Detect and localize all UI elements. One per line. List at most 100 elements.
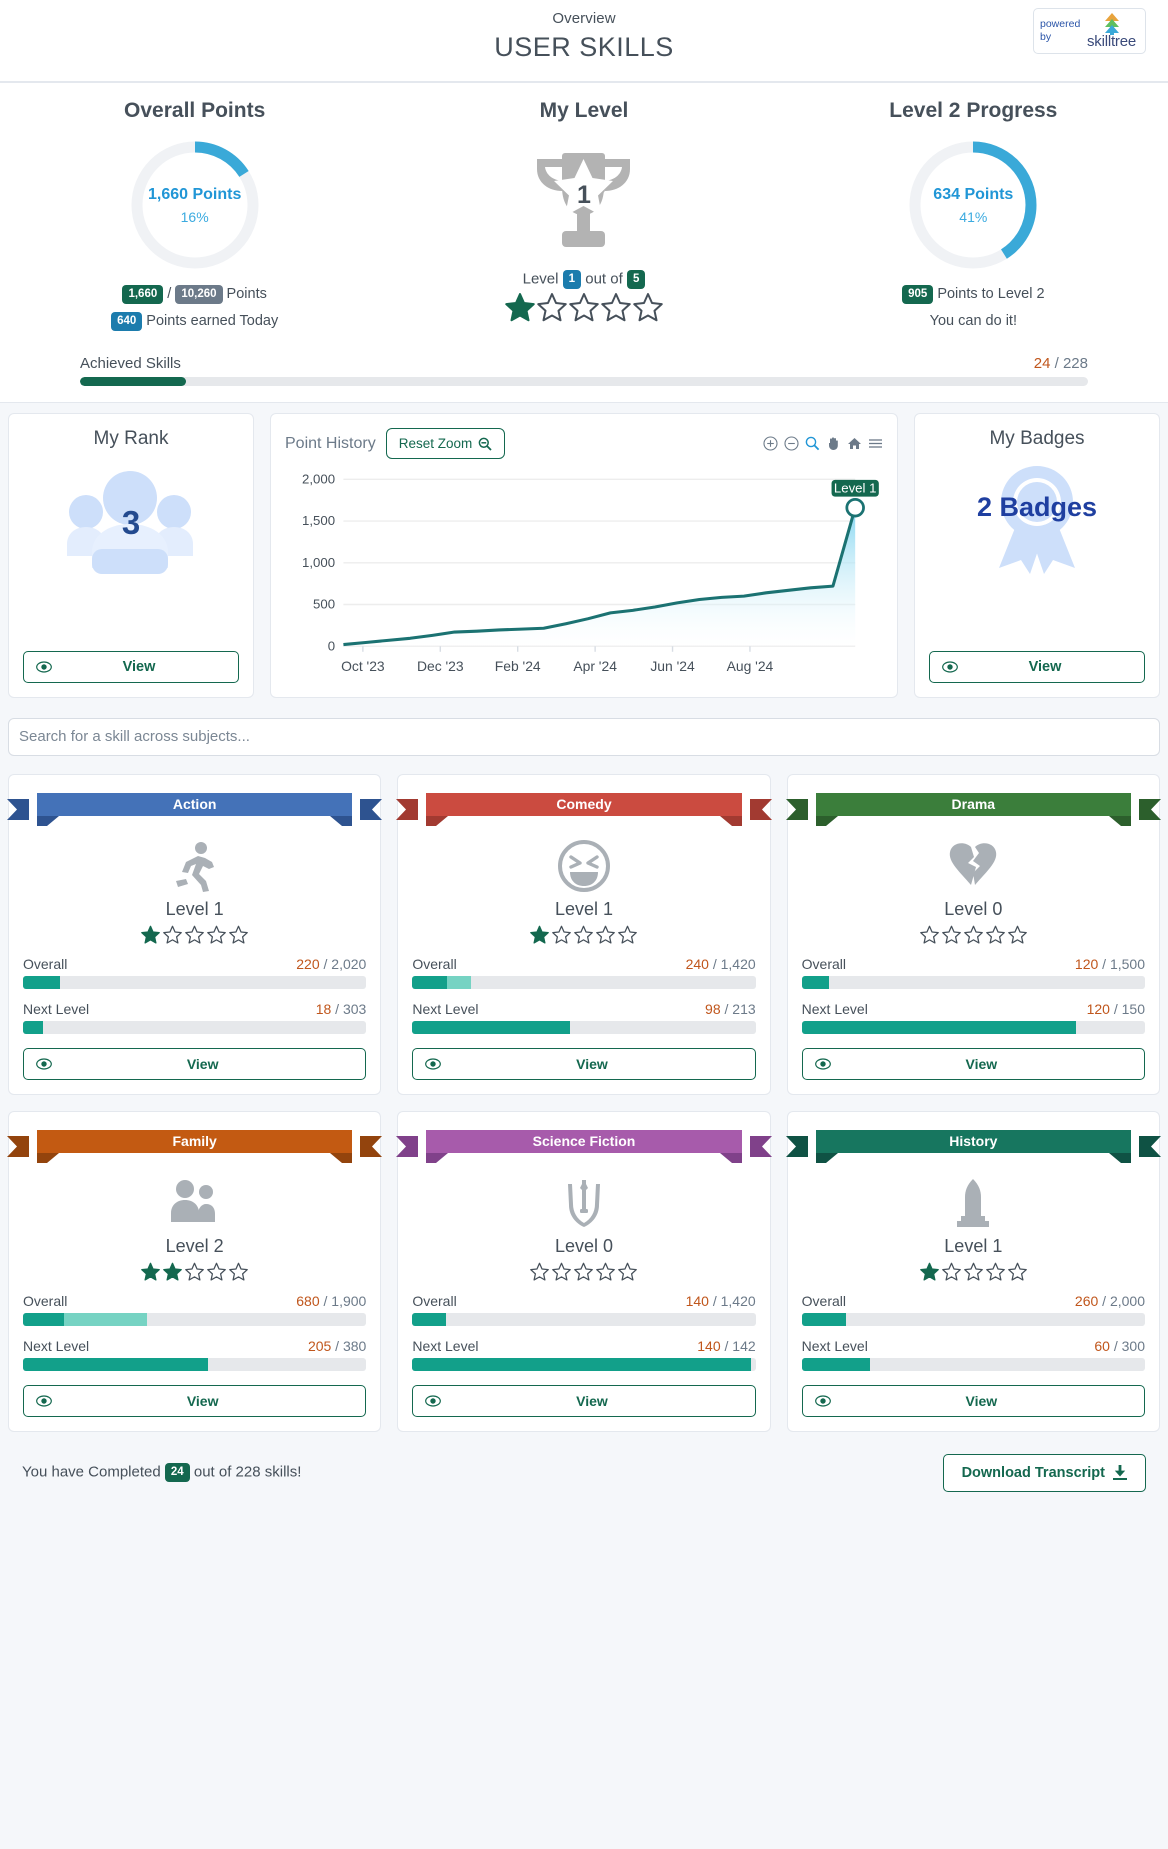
- star-icon: [941, 925, 961, 944]
- skill-view-label: View: [576, 1055, 608, 1072]
- skill-view-button[interactable]: View: [23, 1384, 367, 1417]
- point-history-chart[interactable]: 0 500 1,000 1,500 2,000 Level 1 Oct '23 Dec '…: [285, 471, 883, 682]
- skill-view-button[interactable]: View: [412, 1047, 756, 1080]
- laughing-face-icon: [412, 837, 755, 895]
- ribbon-left-notch: [7, 1135, 29, 1157]
- overall-metric-value: 120 / 1,500: [1074, 955, 1145, 972]
- star-icon: [552, 925, 572, 944]
- level-progress-title: Level 2 Progress: [889, 99, 1058, 122]
- next-level-metric: Next Level 60 / 300: [801, 1337, 1145, 1371]
- overall-metric: Overall 260 / 2,000: [801, 1293, 1145, 1326]
- next-level-metric-track: [801, 1357, 1145, 1371]
- overall-metric-track: [801, 1312, 1145, 1326]
- next-level-metric-track: [412, 1020, 756, 1034]
- overall-points-card: Overall Points 1,660 Points 16% 1,660 / …: [0, 99, 389, 333]
- skill-star-rating: [802, 925, 1145, 944]
- points-total-badge: 10,260: [175, 284, 223, 304]
- eye-icon: [36, 661, 52, 673]
- overall-points-value: 1,660 Points: [147, 185, 242, 203]
- family-people-icon: [23, 1174, 366, 1232]
- download-transcript-button[interactable]: Download Transcript: [942, 1453, 1146, 1492]
- star-icon: [919, 1262, 939, 1281]
- reset-zoom-button[interactable]: Reset Zoom: [385, 428, 506, 460]
- brand-badge[interactable]: powered by skilltree: [1033, 8, 1146, 54]
- next-level-metric-value: 120 / 150: [1086, 1000, 1145, 1017]
- rank-illustration: 3: [23, 456, 239, 575]
- next-level-metric-fill: [23, 1357, 209, 1371]
- zoom-out-icon[interactable]: [784, 436, 799, 451]
- next-level-metric-track: [412, 1357, 756, 1371]
- star-icon: [569, 292, 599, 322]
- star-icon: [537, 292, 567, 322]
- points-today-badge: 640: [111, 311, 143, 331]
- next-level-metric-value: 98 / 213: [705, 1000, 756, 1017]
- my-rank-view-button[interactable]: View: [23, 650, 239, 683]
- chart-y-tick: 2,000: [302, 472, 335, 487]
- page-title: USER SKILLS: [494, 32, 674, 62]
- skill-ribbon: Drama: [785, 792, 1161, 829]
- chart-x-tick: Oct '23: [341, 659, 385, 675]
- next-level-metric-track: [23, 1020, 367, 1034]
- skill-star-rating: [23, 925, 366, 944]
- skill-view-button[interactable]: View: [412, 1384, 756, 1417]
- star-icon: [596, 1262, 616, 1281]
- overall-metric-label: Overall: [23, 955, 68, 972]
- skill-level: Level 0: [944, 898, 1003, 919]
- ribbon-left-fold: [37, 1152, 59, 1163]
- star-icon: [141, 925, 160, 944]
- eye-icon: [942, 661, 958, 673]
- eye-icon: [425, 1058, 442, 1070]
- panning-hand-icon[interactable]: [826, 436, 841, 451]
- menu-icon[interactable]: [868, 436, 883, 451]
- level-progress-card: Level 2 Progress 634 Points 41% 905 Poin…: [779, 99, 1168, 333]
- running-person-icon: [23, 837, 366, 895]
- skill-search-box[interactable]: [8, 717, 1160, 756]
- chart-y-tick: 1,500: [302, 514, 335, 529]
- chart-y-tick: 1,000: [302, 555, 335, 570]
- next-level-metric-label: Next Level: [412, 1337, 479, 1354]
- achieved-skills-label: Achieved Skills: [80, 355, 181, 373]
- my-badges-view-button[interactable]: View: [929, 650, 1145, 683]
- chart-tooltip-label: Level 1: [834, 481, 877, 496]
- star-icon: [552, 1262, 572, 1281]
- chart-toolbar[interactable]: [763, 436, 883, 451]
- download-icon: [1113, 1465, 1127, 1481]
- star-icon: [601, 292, 631, 322]
- star-icon: [633, 292, 663, 322]
- home-reset-icon[interactable]: [847, 436, 862, 451]
- next-level-metric: Next Level 98 / 213: [412, 1000, 756, 1034]
- star-icon: [530, 1262, 550, 1281]
- star-icon: [596, 925, 616, 944]
- badges-count: 2 Badges: [976, 492, 1098, 523]
- chart-y-tick: 500: [313, 597, 335, 612]
- skill-view-button[interactable]: View: [801, 1047, 1145, 1080]
- skill-name: Drama: [815, 792, 1131, 816]
- overall-metric-value: 240 / 1,420: [685, 955, 756, 972]
- overall-metric: Overall 680 / 1,900: [23, 1292, 367, 1326]
- achieved-skills-progress-fill: [80, 377, 186, 387]
- eye-icon: [425, 1395, 442, 1407]
- star-icon: [574, 925, 594, 944]
- ribbon-right-fold: [719, 1152, 742, 1163]
- skill-name: Science Fiction: [426, 1129, 742, 1153]
- search-input[interactable]: [19, 728, 1149, 746]
- next-level-metric-label: Next Level: [801, 1337, 868, 1354]
- zoom-in-icon[interactable]: [763, 436, 778, 451]
- overall-metric: Overall 220 / 2,020: [23, 955, 367, 989]
- ribbon-right-fold: [330, 815, 353, 826]
- overall-metric-label: Overall: [23, 1292, 68, 1309]
- selection-zoom-icon[interactable]: [805, 436, 820, 451]
- chart-x-tick: Feb '24: [495, 659, 541, 675]
- overall-points-donut: 1,660 Points 16%: [127, 137, 263, 273]
- overall-metric-label: Overall: [412, 955, 457, 972]
- skill-tiles-grid: Action Level 1 Overall 220 / 2,020 Next Leve…: [0, 766, 1168, 1440]
- level-summary: Level 1 out of 5: [389, 270, 778, 289]
- skill-view-label: View: [186, 1392, 219, 1409]
- next-level-metric-track: [23, 1357, 367, 1371]
- skill-level: Level 0: [554, 1235, 614, 1256]
- skill-view-button[interactable]: View: [23, 1047, 367, 1080]
- ribbon-left-notch: [396, 798, 419, 820]
- skill-view-button[interactable]: View: [801, 1384, 1145, 1417]
- skill-view-label: View: [965, 1055, 998, 1072]
- next-level-metric-fill: [801, 1020, 1077, 1034]
